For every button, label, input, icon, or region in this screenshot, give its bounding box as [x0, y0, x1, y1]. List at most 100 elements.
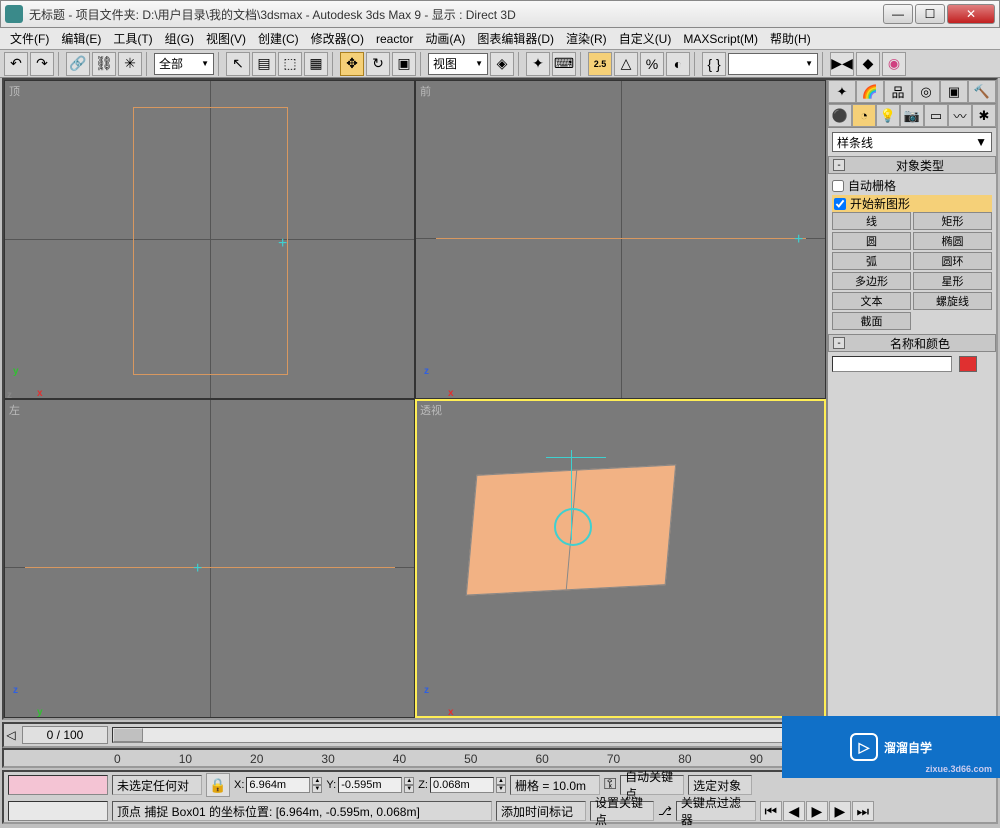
- mirror-button[interactable]: ▶◀: [830, 52, 854, 76]
- unlink-button[interactable]: ⛓: [92, 52, 116, 76]
- spacewarps-subtab[interactable]: 〰: [948, 104, 972, 127]
- add-time-tag[interactable]: 添加时间标记: [496, 801, 586, 821]
- menu-grapheditor[interactable]: 图表编辑器(D): [471, 30, 560, 47]
- lock-selection-button[interactable]: 🔒: [206, 773, 230, 797]
- color-swatch[interactable]: [959, 356, 977, 372]
- timeline-left-icon[interactable]: ◁: [4, 728, 18, 742]
- section-button[interactable]: 截面: [832, 312, 911, 330]
- timeline-thumb[interactable]: [113, 728, 143, 742]
- ngon-button[interactable]: 多边形: [832, 272, 911, 290]
- startnew-checkbox[interactable]: 开始新图形: [832, 195, 992, 212]
- select-button[interactable]: ↖: [226, 52, 250, 76]
- ellipse-button[interactable]: 椭圆: [913, 232, 992, 250]
- coord-z-spinner[interactable]: ▲▼: [496, 777, 506, 793]
- lights-subtab[interactable]: 💡: [876, 104, 900, 127]
- redo-button[interactable]: ↷: [30, 52, 54, 76]
- keyboard-shortcut-button[interactable]: ⌨: [552, 52, 576, 76]
- coord-x-spinner[interactable]: ▲▼: [312, 777, 322, 793]
- menu-tools[interactable]: 工具(T): [107, 30, 158, 47]
- menu-help[interactable]: 帮助(H): [764, 30, 817, 47]
- percent-snap-button[interactable]: %: [640, 52, 664, 76]
- rectangle-button[interactable]: 矩形: [913, 212, 992, 230]
- menu-group[interactable]: 组(G): [159, 30, 200, 47]
- coord-y-input[interactable]: [338, 777, 402, 793]
- pivot-button[interactable]: ◈: [490, 52, 514, 76]
- cameras-subtab[interactable]: 📷: [900, 104, 924, 127]
- display-tab[interactable]: ▣: [940, 80, 968, 103]
- text-button[interactable]: 文本: [832, 292, 911, 310]
- scale-button[interactable]: ▣: [392, 52, 416, 76]
- move-button[interactable]: ✥: [340, 52, 364, 76]
- window-crossing-button[interactable]: ▦: [304, 52, 328, 76]
- circle-button[interactable]: 圆: [832, 232, 911, 250]
- helpers-subtab[interactable]: ▭: [924, 104, 948, 127]
- selection-filter-dropdown[interactable]: 全部▼: [154, 53, 214, 75]
- next-frame-button[interactable]: ▶: [829, 801, 851, 821]
- goto-end-button[interactable]: ⏭: [852, 801, 874, 821]
- arc-button[interactable]: 弧: [832, 252, 911, 270]
- menu-create[interactable]: 创建(C): [252, 30, 305, 47]
- named-selection-button[interactable]: { }: [702, 52, 726, 76]
- menu-file[interactable]: 文件(F): [4, 30, 55, 47]
- bind-button[interactable]: ✳: [118, 52, 142, 76]
- rollout-name-color[interactable]: -名称和颜色: [828, 334, 996, 352]
- systems-subtab[interactable]: ✱: [972, 104, 996, 127]
- category-dropdown[interactable]: 样条线▼: [832, 132, 992, 152]
- viewport-left[interactable]: 左 + zy: [5, 400, 414, 717]
- setkey-button[interactable]: 设置关键点: [590, 801, 654, 821]
- create-tab[interactable]: ✦: [828, 80, 856, 103]
- align-button[interactable]: ◆: [856, 52, 880, 76]
- ref-coord-dropdown[interactable]: 视图▼: [428, 53, 488, 75]
- coord-y-spinner[interactable]: ▲▼: [404, 777, 414, 793]
- undo-button[interactable]: ↶: [4, 52, 28, 76]
- coord-z-input[interactable]: [430, 777, 494, 793]
- selected-obj-dropdown[interactable]: 选定对象: [688, 775, 752, 795]
- menu-animation[interactable]: 动画(A): [419, 30, 471, 47]
- menu-modifiers[interactable]: 修改器(O): [305, 30, 370, 47]
- select-region-button[interactable]: ⬚: [278, 52, 302, 76]
- coord-x-input[interactable]: [246, 777, 310, 793]
- maximize-button[interactable]: ☐: [915, 4, 945, 24]
- menu-reactor[interactable]: reactor: [370, 32, 419, 46]
- prev-frame-button[interactable]: ◀: [783, 801, 805, 821]
- menu-view[interactable]: 视图(V): [200, 30, 252, 47]
- link-button[interactable]: 🔗: [66, 52, 90, 76]
- rotate-button[interactable]: ↻: [366, 52, 390, 76]
- utilities-tab[interactable]: 🔨: [968, 80, 996, 103]
- donut-button[interactable]: 圆环: [913, 252, 992, 270]
- select-manipulate-button[interactable]: ✦: [526, 52, 550, 76]
- viewport-top[interactable]: 顶 + yxz: [5, 81, 414, 398]
- named-selection-dropdown[interactable]: ▼: [728, 53, 818, 75]
- object-name-input[interactable]: [832, 356, 952, 372]
- viewport-front[interactable]: 前 + zx: [416, 81, 825, 398]
- spinner-snap-button[interactable]: ◐: [666, 52, 690, 76]
- line-button[interactable]: 线: [832, 212, 911, 230]
- menu-edit[interactable]: 编辑(E): [55, 30, 107, 47]
- layers-button[interactable]: ◉: [882, 52, 906, 76]
- viewport-perspective[interactable]: 透视 zx: [416, 400, 825, 717]
- snap-toggle-button[interactable]: 2.5: [588, 52, 612, 76]
- hierarchy-tab[interactable]: 品: [884, 80, 912, 103]
- goto-start-button[interactable]: ⏮: [760, 801, 782, 821]
- menu-customize[interactable]: 自定义(U): [613, 30, 678, 47]
- frame-indicator[interactable]: 0 / 100: [22, 726, 108, 744]
- select-name-button[interactable]: ▤: [252, 52, 276, 76]
- autokey-button[interactable]: 自动关键点: [620, 775, 684, 795]
- close-button[interactable]: ✕: [947, 4, 995, 24]
- helix-button[interactable]: 螺旋线: [913, 292, 992, 310]
- script-listener[interactable]: [8, 775, 108, 795]
- script-output[interactable]: [8, 801, 108, 821]
- autogrid-checkbox[interactable]: 自动栅格: [832, 176, 992, 195]
- star-button[interactable]: 星形: [913, 272, 992, 290]
- minimize-button[interactable]: —: [883, 4, 913, 24]
- motion-tab[interactable]: ◎: [912, 80, 940, 103]
- angle-snap-button[interactable]: △: [614, 52, 638, 76]
- modify-tab[interactable]: 🌈: [856, 80, 884, 103]
- shapes-subtab[interactable]: ◔: [852, 104, 876, 127]
- menu-render[interactable]: 渲染(R): [560, 30, 613, 47]
- rollout-object-type[interactable]: -对象类型: [828, 156, 996, 174]
- keyfilter-button[interactable]: 关键点过滤器: [676, 801, 756, 821]
- geometry-subtab[interactable]: ⚫: [828, 104, 852, 127]
- menu-maxscript[interactable]: MAXScript(M): [677, 32, 764, 46]
- play-button[interactable]: ▶: [806, 801, 828, 821]
